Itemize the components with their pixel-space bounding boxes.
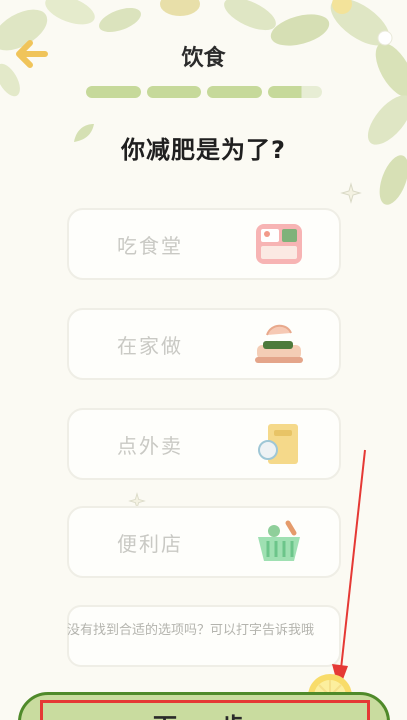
option-label: 在家做 (117, 333, 183, 358)
option-label: 点外卖 (117, 433, 183, 458)
progress-segment (146, 86, 201, 98)
option-canteen[interactable]: 吃食堂 (67, 208, 341, 280)
option-label: 吃食堂 (117, 233, 183, 258)
progress-segment (86, 86, 141, 98)
star-icon (340, 182, 362, 204)
lunchbox-icon (253, 220, 305, 268)
progress-bar (86, 86, 322, 100)
question-heading: 你减肥是为了? (121, 136, 286, 164)
progress-segment-current (267, 86, 322, 98)
cooking-pot-icon (253, 320, 305, 368)
custom-answer-input[interactable]: 没有找到合适的选项吗？可以打字告诉我哦 (67, 605, 341, 667)
shopping-basket-icon (253, 518, 305, 566)
leaf-decoration-right (367, 95, 407, 205)
option-cook-at-home[interactable]: 在家做 (67, 308, 341, 380)
page-title: 饮食 (181, 46, 226, 71)
annotation-highlight-box (40, 700, 370, 720)
progress-segment (207, 86, 262, 98)
option-label: 便利店 (117, 531, 183, 556)
takeout-bag-icon (253, 420, 305, 468)
diet-questionnaire-screen: 饮食 你减肥是为了? 吃食堂 在家做 点外卖 便利店 没有找到合适的选项吗？可以… (0, 0, 407, 720)
option-convenience-store[interactable]: 便利店 (67, 506, 341, 578)
option-takeout[interactable]: 点外卖 (67, 408, 341, 480)
custom-answer-placeholder: 没有找到合适的选项吗？可以打字告诉我哦 (67, 623, 315, 638)
